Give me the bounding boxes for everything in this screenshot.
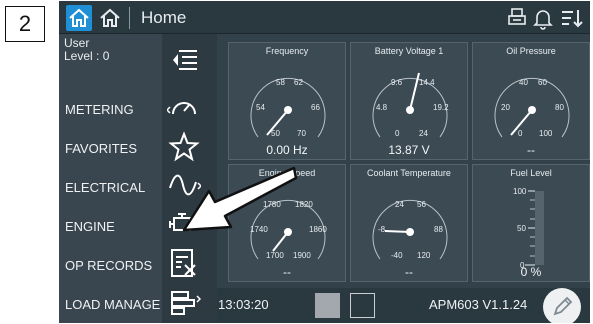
tick-label: 1780	[263, 200, 281, 209]
sine-wave-icon	[169, 174, 203, 196]
battery-voltage-gauge[interactable]: Battery Voltage 1 9.6 14.4 4.8 19.2 0 24…	[350, 42, 468, 160]
tick-label: 24	[395, 200, 404, 209]
status-bar: 13:03:20 APM603 V1.1.24	[217, 288, 590, 323]
menu-label: METERING	[65, 101, 134, 117]
tick-label: 24	[419, 129, 428, 138]
home-button[interactable]	[66, 5, 92, 31]
gauge-value: 0.00 Hz	[266, 143, 308, 157]
edit-button[interactable]	[543, 288, 581, 323]
metering-icon-button[interactable]	[165, 90, 201, 124]
firmware-version: APM603 V1.1.24	[429, 297, 528, 312]
tick-label: 88	[434, 225, 443, 234]
controller-screen: Home User Level: 0 METERING FAVORITES E…	[59, 1, 590, 323]
step-number: 2	[5, 6, 45, 42]
sort-button[interactable]	[559, 6, 583, 30]
engine-speed-gauge[interactable]: Engine Speed 1780 1820 1740 1860 1700 19…	[228, 164, 346, 282]
tick-label: 50	[271, 129, 280, 138]
load-bars-icon	[171, 291, 202, 315]
menu-item-metering[interactable]: METERING	[59, 92, 162, 126]
tick-label: 1860	[309, 225, 327, 234]
sidebar: User Level : 0 METERING FAVORITES ELECTR…	[59, 34, 217, 323]
sort-icon	[562, 10, 583, 28]
coolant-temperature-gauge[interactable]: Coolant Temperature 24 56 -8 88 -40 120 …	[350, 164, 468, 282]
tick-label: 50	[517, 224, 526, 233]
title-separator	[129, 7, 130, 29]
gauge-value: --	[283, 265, 291, 279]
tick-label: 60	[538, 78, 547, 87]
tick-label: 40	[519, 78, 528, 87]
menu-label: ENGINE	[65, 218, 115, 234]
tick-label: 58	[276, 78, 285, 87]
tick-label: 100	[539, 129, 553, 138]
tick-label: 100	[513, 187, 527, 196]
records-icon	[171, 249, 196, 277]
fuel-level-gauge[interactable]: Fuel Level 100 50 0 0 %	[472, 164, 590, 282]
home-outline-icon	[100, 8, 120, 27]
home-icon	[69, 8, 89, 27]
tick-label: -40	[391, 251, 403, 260]
status-indicator-filled[interactable]	[315, 293, 340, 318]
tick-label: 0	[395, 129, 400, 138]
tick-label: 19.2	[433, 103, 449, 112]
favorites-icon-button[interactable]	[167, 130, 201, 164]
menu-label: LOAD MANAGE	[65, 296, 161, 312]
tick-label: 14.4	[419, 78, 435, 87]
pencil-icon	[553, 296, 573, 316]
print-button[interactable]	[505, 6, 529, 30]
tick-label: 1900	[293, 251, 311, 260]
top-bar: Home	[59, 1, 590, 34]
alarm-button[interactable]	[531, 6, 555, 30]
user-info[interactable]: User Level : 0	[64, 37, 109, 63]
gauge-icon	[165, 102, 196, 115]
gauge-value: --	[527, 143, 535, 157]
home-nav-button[interactable]	[97, 5, 123, 31]
tick-label: 0	[518, 129, 523, 138]
tick-label: 9.6	[391, 78, 403, 87]
user-level: Level : 0	[64, 49, 110, 63]
menu-label: OP RECORDS	[65, 257, 153, 273]
menu-item-load-manage[interactable]: LOAD MANAGE	[59, 287, 162, 321]
tick-label: 1700	[266, 251, 284, 260]
load-manage-icon-button[interactable]	[167, 286, 202, 320]
menu-label: FAVORITES	[65, 140, 137, 156]
tick-label: 80	[555, 103, 564, 112]
printer-icon	[508, 8, 526, 25]
tick-label: 56	[417, 200, 426, 209]
tick-label: 120	[417, 251, 431, 260]
menu-item-electrical[interactable]: ELECTRICAL	[59, 170, 162, 204]
menu-label: ELECTRICAL	[65, 179, 146, 195]
clock-time: 13:03:20	[218, 297, 269, 312]
tick-label: 66	[311, 103, 320, 112]
tick-label: 20	[501, 103, 510, 112]
menu-item-engine[interactable]: ENGINE	[59, 209, 162, 243]
menu-item-favorites[interactable]: FAVORITES	[59, 131, 162, 165]
status-indicator-empty[interactable]	[350, 293, 375, 318]
tick-label: 54	[256, 103, 265, 112]
star-icon	[168, 131, 200, 162]
tick-label: 70	[297, 129, 306, 138]
tick-label: 62	[294, 78, 303, 87]
menu-collapse-icon	[173, 50, 197, 70]
page-title: Home	[141, 8, 187, 27]
collapse-menu-button[interactable]	[167, 42, 201, 76]
engine-icon-button[interactable]	[167, 206, 201, 240]
gauge-value: 0 %	[520, 265, 542, 279]
menu-item-op-records[interactable]: OP RECORDS	[59, 248, 162, 282]
tick-label: -8	[378, 225, 386, 234]
tick-label: 4.8	[376, 103, 388, 112]
engine-icon	[169, 213, 196, 231]
oil-pressure-gauge[interactable]: Oil Pressure 40 60 20 80 0 100 --	[472, 42, 590, 160]
tick-label: 1740	[250, 225, 268, 234]
frequency-gauge[interactable]: Frequency 58 62 54 66 50 70 0.00 Hz	[228, 42, 346, 160]
electrical-icon-button[interactable]	[167, 168, 203, 202]
gauge-value: --	[405, 265, 413, 279]
op-records-icon-button[interactable]	[167, 246, 201, 280]
bell-icon	[533, 10, 553, 30]
tick-label: 1820	[295, 200, 313, 209]
gauge-value: 13.87 V	[388, 143, 430, 157]
